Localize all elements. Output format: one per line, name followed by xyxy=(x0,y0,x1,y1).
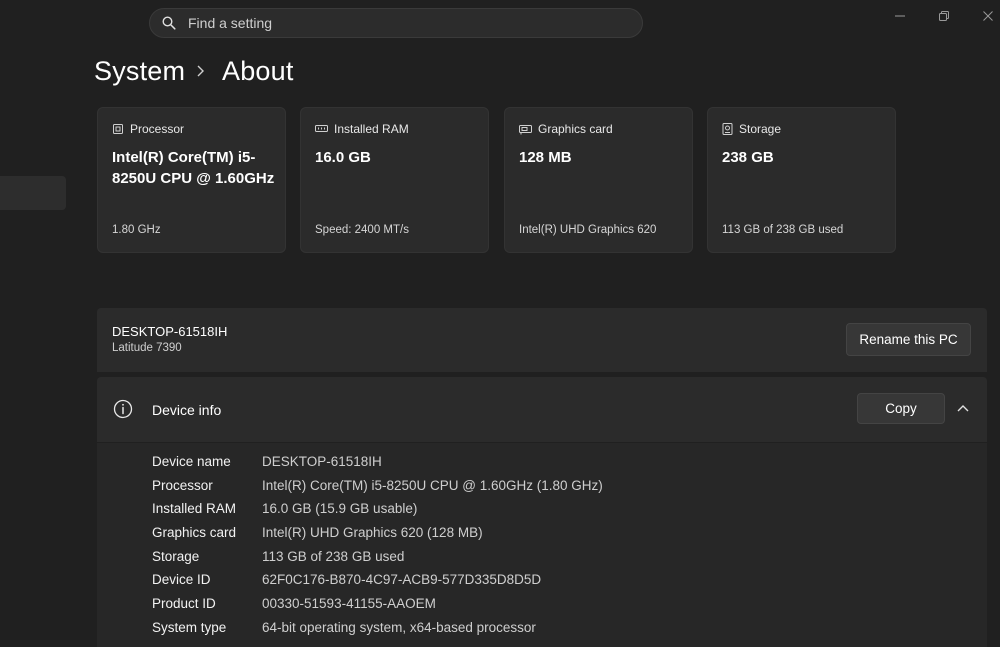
detail-label: System type xyxy=(152,620,227,635)
processor-card: Processor Intel(R) Core(TM) i5-8250U CPU… xyxy=(97,107,286,253)
storage-icon xyxy=(722,123,733,135)
storage-card: Storage 238 GB 113 GB of 238 GB used xyxy=(707,107,896,253)
detail-row: Processor Intel(R) Core(TM) i5-8250U CPU… xyxy=(152,478,603,498)
detail-label: Device ID xyxy=(152,572,211,587)
detail-row: System type 64-bit operating system, x64… xyxy=(152,620,536,640)
card-subtext: Speed: 2400 MT/s xyxy=(315,224,409,236)
card-label: Installed RAM xyxy=(334,122,409,136)
search-box[interactable] xyxy=(149,8,643,38)
card-value: 238 GB xyxy=(722,149,774,166)
card-subtext: 1.80 GHz xyxy=(112,224,161,236)
detail-row: Device ID 62F0C176-B870-4C97-ACB9-577D33… xyxy=(152,572,541,592)
graphics-card-card: Graphics card 128 MB Intel(R) UHD Graphi… xyxy=(504,107,693,253)
close-button[interactable] xyxy=(975,6,1000,26)
detail-label: Processor xyxy=(152,478,213,493)
search-icon xyxy=(162,16,176,30)
pc-model: Latitude 7390 xyxy=(112,342,182,354)
processor-icon xyxy=(113,124,123,134)
graphics-card-icon xyxy=(519,124,532,134)
info-icon xyxy=(113,399,133,419)
detail-value: 00330-51593-41155-AAOEM xyxy=(262,596,436,611)
card-subtext: Intel(R) UHD Graphics 620 xyxy=(519,224,657,236)
chevron-right-icon xyxy=(197,65,204,77)
detail-value: 113 GB of 238 GB used xyxy=(262,549,405,564)
restore-icon xyxy=(939,11,949,21)
detail-label: Graphics card xyxy=(152,525,237,540)
device-info-header[interactable]: Device info Copy xyxy=(97,377,987,442)
detail-row: Graphics card Intel(R) UHD Graphics 620 … xyxy=(152,525,483,545)
card-subtext: 113 GB of 238 GB used xyxy=(722,224,844,236)
search-input[interactable] xyxy=(188,15,642,31)
detail-value: Intel(R) Core(TM) i5-8250U CPU @ 1.60GHz… xyxy=(262,478,603,493)
page-title: About xyxy=(222,56,294,86)
close-icon xyxy=(983,11,993,21)
card-value: 16.0 GB xyxy=(315,149,371,166)
pc-name-section: DESKTOP-61518IH Latitude 7390 Rename thi… xyxy=(97,308,987,372)
copy-button[interactable]: Copy xyxy=(857,393,945,424)
chevron-up-icon[interactable] xyxy=(956,402,970,414)
sidebar-item-selected[interactable] xyxy=(0,176,66,210)
detail-label: Product ID xyxy=(152,596,216,611)
detail-label: Storage xyxy=(152,549,200,564)
detail-row: Product ID 00330-51593-41155-AAOEM xyxy=(152,596,436,616)
detail-row: Device name DESKTOP-61518IH xyxy=(152,454,382,474)
card-label: Graphics card xyxy=(538,122,613,136)
detail-value: Intel(R) UHD Graphics 620 (128 MB) xyxy=(262,525,483,540)
pc-name: DESKTOP-61518IH xyxy=(112,324,228,339)
device-info-title: Device info xyxy=(152,402,222,418)
detail-row: Storage 113 GB of 238 GB used xyxy=(152,549,404,569)
detail-label: Device name xyxy=(152,454,231,469)
detail-value: 62F0C176-B870-4C97-ACB9-577D335D8D5D xyxy=(262,572,542,587)
minimize-button[interactable] xyxy=(887,6,913,26)
detail-value: 16.0 GB (15.9 GB usable) xyxy=(262,501,418,516)
card-label: Storage xyxy=(739,122,782,136)
card-label: Processor xyxy=(130,122,185,136)
ram-card: Installed RAM 16.0 GB Speed: 2400 MT/s xyxy=(300,107,489,253)
rename-pc-button[interactable]: Rename this PC xyxy=(846,323,971,356)
detail-value: 64-bit operating system, x64-based proce… xyxy=(262,620,536,635)
restore-button[interactable] xyxy=(931,6,957,26)
minimize-icon xyxy=(895,15,905,17)
detail-row: Installed RAM 16.0 GB (15.9 GB usable) xyxy=(152,501,417,521)
detail-label: Installed RAM xyxy=(152,501,237,516)
detail-value: DESKTOP-61518IH xyxy=(262,454,382,469)
device-info-details: Device name DESKTOP-61518IH Processor In… xyxy=(97,443,987,647)
ram-icon xyxy=(315,125,328,132)
card-value: 128 MB xyxy=(519,149,572,166)
card-value: Intel(R) Core(TM) i5-8250U CPU @ 1.60GHz xyxy=(112,149,275,187)
breadcrumb-system[interactable]: System xyxy=(94,56,185,87)
